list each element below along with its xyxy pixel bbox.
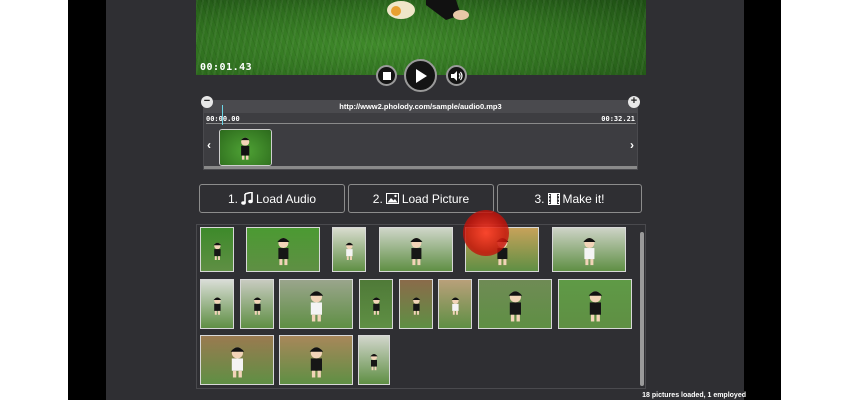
gallery-thumbnail[interactable] bbox=[332, 227, 366, 272]
load-picture-button[interactable]: 2. Load Picture bbox=[348, 184, 494, 213]
thumbnail-photo bbox=[479, 280, 551, 328]
child-figure bbox=[230, 346, 244, 378]
play-button[interactable] bbox=[404, 59, 437, 92]
thumbnail-photo bbox=[247, 228, 319, 271]
load-picture-number: 2. bbox=[372, 191, 383, 206]
load-audio-label: Load Audio bbox=[255, 191, 317, 206]
thumbnail-photo bbox=[280, 336, 352, 384]
make-it-button[interactable]: 3. Make it! bbox=[497, 184, 642, 213]
timeline-scroll-left[interactable]: ‹ bbox=[207, 138, 211, 152]
chevron-left-icon: ‹ bbox=[207, 138, 211, 152]
play-icon bbox=[415, 68, 427, 83]
gallery-thumbnail[interactable] bbox=[478, 279, 552, 329]
minus-icon: − bbox=[203, 95, 211, 107]
gallery-thumbnail[interactable] bbox=[558, 279, 632, 329]
timeline-ruler bbox=[206, 123, 636, 124]
thumbnail-photo bbox=[439, 280, 471, 328]
thumbnail-photo bbox=[559, 280, 631, 328]
thumbnail-photo bbox=[280, 280, 352, 328]
child-figure bbox=[412, 297, 420, 315]
child-figure bbox=[370, 353, 378, 370]
load-audio-number: 1. bbox=[227, 191, 238, 206]
gallery-thumbnail[interactable] bbox=[359, 279, 393, 329]
thumbnail-photo bbox=[359, 336, 389, 384]
click-indicator bbox=[463, 210, 509, 256]
chevron-right-icon: › bbox=[630, 138, 634, 152]
gallery-thumbnail[interactable] bbox=[279, 335, 353, 385]
thumbnail-photo bbox=[201, 336, 273, 384]
gallery-thumbnail[interactable] bbox=[200, 279, 234, 329]
volume-icon bbox=[450, 70, 463, 81]
thumbnail-photo bbox=[201, 280, 233, 328]
child-figure bbox=[387, 0, 469, 20]
child-figure bbox=[409, 237, 423, 265]
gallery-thumbnail[interactable] bbox=[279, 279, 353, 329]
audio-url: http://www2.pholody.com/sample/audio0.mp… bbox=[339, 102, 502, 111]
gallery-status: 18 pictures loaded, 1 employed bbox=[642, 392, 746, 399]
gallery-thumbnail[interactable] bbox=[399, 279, 433, 329]
zoom-in-button[interactable]: + bbox=[628, 96, 640, 108]
playhead-cursor[interactable] bbox=[222, 105, 223, 125]
child-figure bbox=[253, 297, 261, 315]
stop-button[interactable] bbox=[376, 65, 397, 86]
left-border bbox=[68, 0, 106, 400]
thumbnail-photo bbox=[553, 228, 625, 271]
timeline-end-time: 00:32.21 bbox=[601, 115, 635, 123]
thumbnail-photo bbox=[380, 228, 452, 271]
child-figure bbox=[451, 297, 459, 315]
zoom-out-button[interactable]: − bbox=[201, 96, 213, 108]
gallery-thumbnail[interactable] bbox=[358, 335, 390, 385]
child-figure bbox=[213, 242, 221, 260]
make-it-number: 3. bbox=[534, 191, 545, 206]
volume-button[interactable] bbox=[446, 65, 467, 86]
thumbnail-photo bbox=[400, 280, 432, 328]
timeline[interactable]: http://www2.pholody.com/sample/audio0.mp… bbox=[201, 96, 640, 170]
child-figure bbox=[372, 297, 380, 315]
child-figure bbox=[582, 237, 596, 265]
thumbnail-photo bbox=[241, 280, 273, 328]
thumbnail-photo bbox=[360, 280, 392, 328]
thumbnail-photo bbox=[333, 228, 365, 271]
film-icon bbox=[547, 192, 560, 205]
clip-child-figure bbox=[241, 137, 250, 160]
load-picture-label: Load Picture bbox=[401, 191, 470, 206]
timeline-scroll-right[interactable]: › bbox=[630, 138, 634, 152]
picture-icon bbox=[385, 193, 399, 204]
video-time: 00:01.43 bbox=[200, 62, 253, 73]
gallery-thumbnail[interactable] bbox=[200, 335, 274, 385]
gallery-thumbnail[interactable] bbox=[200, 227, 234, 272]
make-it-label: Make it! bbox=[562, 191, 605, 206]
load-audio-button[interactable]: 1. Load Audio bbox=[199, 184, 345, 213]
plus-icon: + bbox=[630, 95, 638, 107]
child-figure bbox=[508, 290, 522, 322]
child-figure bbox=[213, 297, 221, 315]
stop-icon bbox=[382, 71, 391, 80]
gallery-thumbnail[interactable] bbox=[438, 279, 472, 329]
child-figure bbox=[588, 290, 602, 322]
gallery-thumbnail[interactable] bbox=[246, 227, 320, 272]
timeline-bottom-bar bbox=[204, 166, 637, 169]
child-figure bbox=[276, 237, 290, 265]
timeline-clip[interactable] bbox=[219, 129, 272, 166]
gallery-thumbnail[interactable] bbox=[379, 227, 453, 272]
gallery-thumbnail[interactable] bbox=[552, 227, 626, 272]
gallery-scrollbar[interactable] bbox=[640, 232, 644, 386]
child-figure bbox=[345, 242, 353, 260]
right-border bbox=[744, 0, 781, 400]
child-figure bbox=[309, 346, 323, 378]
thumbnail-photo bbox=[201, 228, 233, 271]
music-note-icon bbox=[241, 192, 253, 205]
gallery-thumbnail[interactable] bbox=[240, 279, 274, 329]
child-figure bbox=[309, 290, 323, 322]
